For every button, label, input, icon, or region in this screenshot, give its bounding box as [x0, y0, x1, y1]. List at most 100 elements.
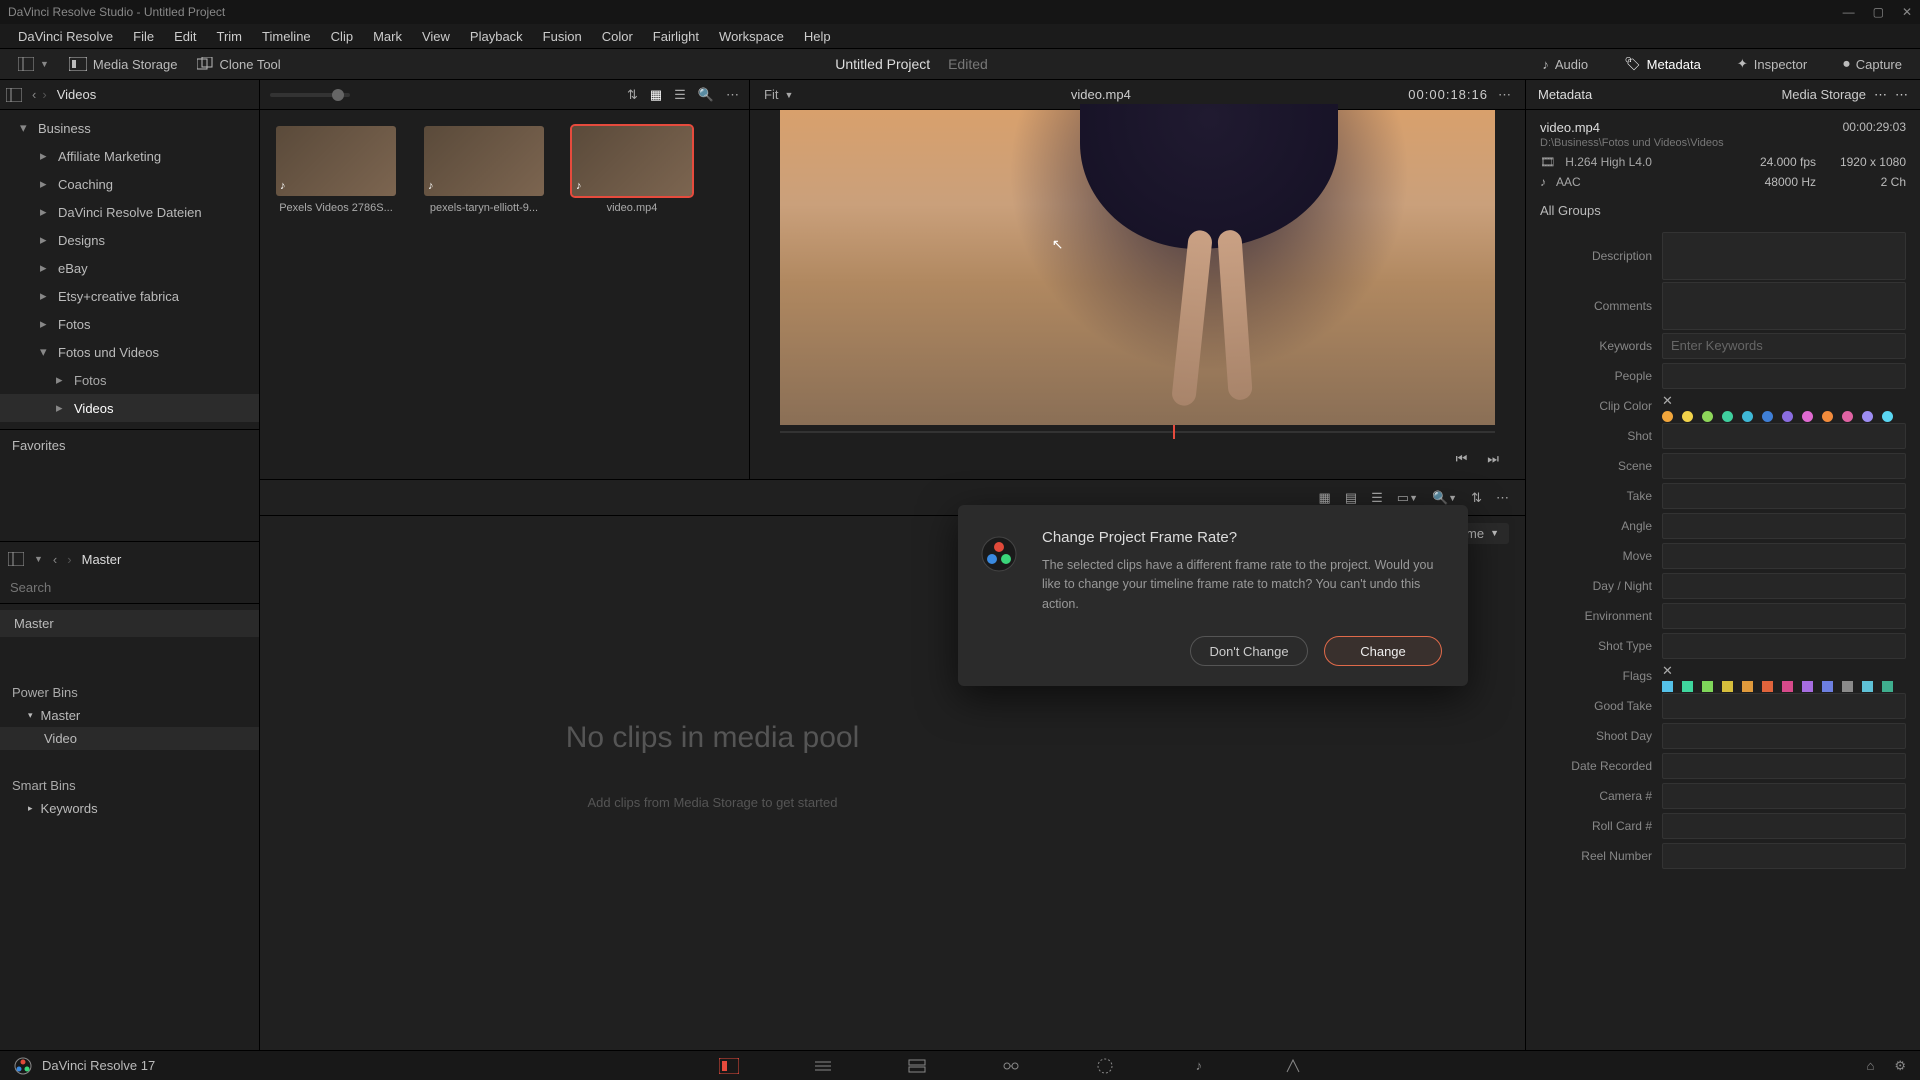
tree-item-designs[interactable]: ▸Designs: [0, 226, 259, 254]
clip-thumbnail[interactable]: ♪pexels-taryn-elliott-9...: [424, 126, 544, 214]
bin-master[interactable]: Master: [0, 610, 259, 637]
pool-layout-icon[interactable]: [8, 552, 24, 566]
meta-field-take[interactable]: [1662, 483, 1906, 509]
tree-item-fotos[interactable]: ▸Fotos: [0, 310, 259, 338]
meta-field-keywords[interactable]: Enter Keywords: [1662, 333, 1906, 359]
clip-color-swatch[interactable]: [1742, 411, 1753, 422]
page-color[interactable]: [1094, 1055, 1116, 1077]
flag-swatch[interactable]: [1722, 681, 1733, 692]
viewer-scrubber[interactable]: [780, 425, 1495, 439]
zoom-fit-dropdown[interactable]: Fit▼: [764, 87, 793, 102]
tree-item-etsy-creative-fabrica[interactable]: ▸Etsy+creative fabrica: [0, 282, 259, 310]
flag-swatch[interactable]: [1882, 681, 1893, 692]
change-button[interactable]: Change: [1324, 636, 1442, 666]
meta-field-people[interactable]: [1662, 363, 1906, 389]
path-back-icon[interactable]: ‹: [53, 552, 57, 567]
metadata-options-icon[interactable]: ⋯: [1895, 87, 1908, 103]
clip-thumbnail[interactable]: ♪Pexels Videos 2786S...: [276, 126, 396, 214]
clip-color-swatch[interactable]: [1722, 411, 1733, 422]
clone-tool-toggle[interactable]: Clone Tool: [187, 55, 290, 74]
page-fusion[interactable]: [1000, 1055, 1022, 1077]
thumbnail-size-slider[interactable]: [270, 93, 350, 97]
clip-color-swatch[interactable]: [1762, 411, 1773, 422]
flag-swatch[interactable]: [1702, 681, 1713, 692]
tree-item-fotos-und-videos[interactable]: ▾Fotos und Videos: [0, 338, 259, 366]
tree-item-affiliate-marketing[interactable]: ▸Affiliate Marketing: [0, 142, 259, 170]
pool-search-input[interactable]: [10, 580, 249, 595]
page-fairlight[interactable]: ♪: [1188, 1055, 1210, 1077]
flag-swatch[interactable]: [1842, 681, 1853, 692]
audio-panel-toggle[interactable]: ♪Audio: [1532, 55, 1598, 74]
flag-swatch[interactable]: [1862, 681, 1873, 692]
meta-field-roll-card-[interactable]: [1662, 813, 1906, 839]
meta-field-good-take[interactable]: [1662, 693, 1906, 719]
flags-clear-icon[interactable]: ✕: [1662, 663, 1673, 678]
clip-color-swatch[interactable]: [1862, 411, 1873, 422]
window-minimize-icon[interactable]: —: [1843, 5, 1855, 19]
clip-color-swatch[interactable]: [1682, 411, 1693, 422]
flag-swatch[interactable]: [1782, 681, 1793, 692]
tree-item-davinci-resolve-dateien[interactable]: ▸DaVinci Resolve Dateien: [0, 198, 259, 226]
viewer-frame[interactable]: ↖: [780, 110, 1495, 425]
meta-field-day-night[interactable]: [1662, 573, 1906, 599]
grid-view-icon[interactable]: ▦: [650, 87, 662, 103]
clip-color-swatch[interactable]: [1802, 411, 1813, 422]
page-deliver[interactable]: [1282, 1055, 1304, 1077]
inspector-panel-toggle[interactable]: ✦Inspector: [1727, 54, 1817, 74]
meta-field-date-recorded[interactable]: [1662, 753, 1906, 779]
sort-icon[interactable]: ⇅: [627, 87, 638, 103]
menu-fairlight[interactable]: Fairlight: [643, 29, 709, 44]
menu-view[interactable]: View: [412, 29, 460, 44]
flag-swatch[interactable]: [1662, 681, 1673, 692]
nav-fwd-icon[interactable]: ›: [42, 87, 46, 102]
menu-fusion[interactable]: Fusion: [533, 29, 592, 44]
page-cut[interactable]: [812, 1055, 834, 1077]
window-close-icon[interactable]: ✕: [1902, 5, 1912, 19]
meta-field-description[interactable]: [1662, 232, 1906, 280]
menu-workspace[interactable]: Workspace: [709, 29, 794, 44]
nav-back-icon[interactable]: ‹: [32, 87, 36, 102]
home-icon[interactable]: ⌂: [1866, 1058, 1874, 1074]
clip-color-swatch[interactable]: [1822, 411, 1833, 422]
menu-clip[interactable]: Clip: [321, 29, 363, 44]
tree-item-ebay[interactable]: ▸eBay: [0, 254, 259, 282]
menu-mark[interactable]: Mark: [363, 29, 412, 44]
tree-item-business[interactable]: ▾Business: [0, 114, 259, 142]
transport-last-icon[interactable]: ⏭: [1487, 451, 1499, 467]
clip-color-swatch[interactable]: [1882, 411, 1893, 422]
meta-field-angle[interactable]: [1662, 513, 1906, 539]
flag-swatch[interactable]: [1802, 681, 1813, 692]
flag-swatch[interactable]: [1742, 681, 1753, 692]
menu-trim[interactable]: Trim: [207, 29, 253, 44]
path-fwd-icon[interactable]: ›: [67, 552, 71, 567]
more-icon[interactable]: ⋯: [726, 87, 739, 103]
project-settings-icon[interactable]: ⚙: [1894, 1058, 1906, 1074]
powerbin-master[interactable]: ▾Master: [0, 704, 259, 727]
flag-swatch[interactable]: [1762, 681, 1773, 692]
meta-field-camera-[interactable]: [1662, 783, 1906, 809]
meta-field-move[interactable]: [1662, 543, 1906, 569]
metadata-panel-toggle[interactable]: 🏷Metadata: [1614, 54, 1711, 74]
meta-field-shoot-day[interactable]: [1662, 723, 1906, 749]
meta-field-shot[interactable]: [1662, 423, 1906, 449]
panel-toggle-dropdown[interactable]: ▼: [8, 55, 59, 73]
clip-color-clear-icon[interactable]: ✕: [1662, 393, 1673, 408]
clip-color-swatch[interactable]: [1782, 411, 1793, 422]
powerbin-video[interactable]: Video: [0, 727, 259, 750]
meta-field-reel-number[interactable]: [1662, 843, 1906, 869]
tree-item-coaching[interactable]: ▸Coaching: [0, 170, 259, 198]
meta-field-comments[interactable]: [1662, 282, 1906, 330]
metadata-more-icon[interactable]: ⋯: [1874, 87, 1887, 103]
menu-color[interactable]: Color: [592, 29, 643, 44]
list-view-icon[interactable]: ☰: [674, 87, 686, 103]
tree-item-fotos[interactable]: ▸Fotos: [0, 366, 259, 394]
page-media[interactable]: [718, 1055, 740, 1077]
flag-swatch[interactable]: [1822, 681, 1833, 692]
capture-panel-toggle[interactable]: ⏺Capture: [1833, 54, 1912, 74]
window-maximize-icon[interactable]: ▢: [1873, 5, 1884, 19]
smartbin-keywords[interactable]: ▸Keywords: [0, 797, 259, 820]
chevron-down-icon[interactable]: ▼: [34, 554, 43, 564]
meta-field-scene[interactable]: [1662, 453, 1906, 479]
meta-field-environment[interactable]: [1662, 603, 1906, 629]
clip-color-swatch[interactable]: [1702, 411, 1713, 422]
